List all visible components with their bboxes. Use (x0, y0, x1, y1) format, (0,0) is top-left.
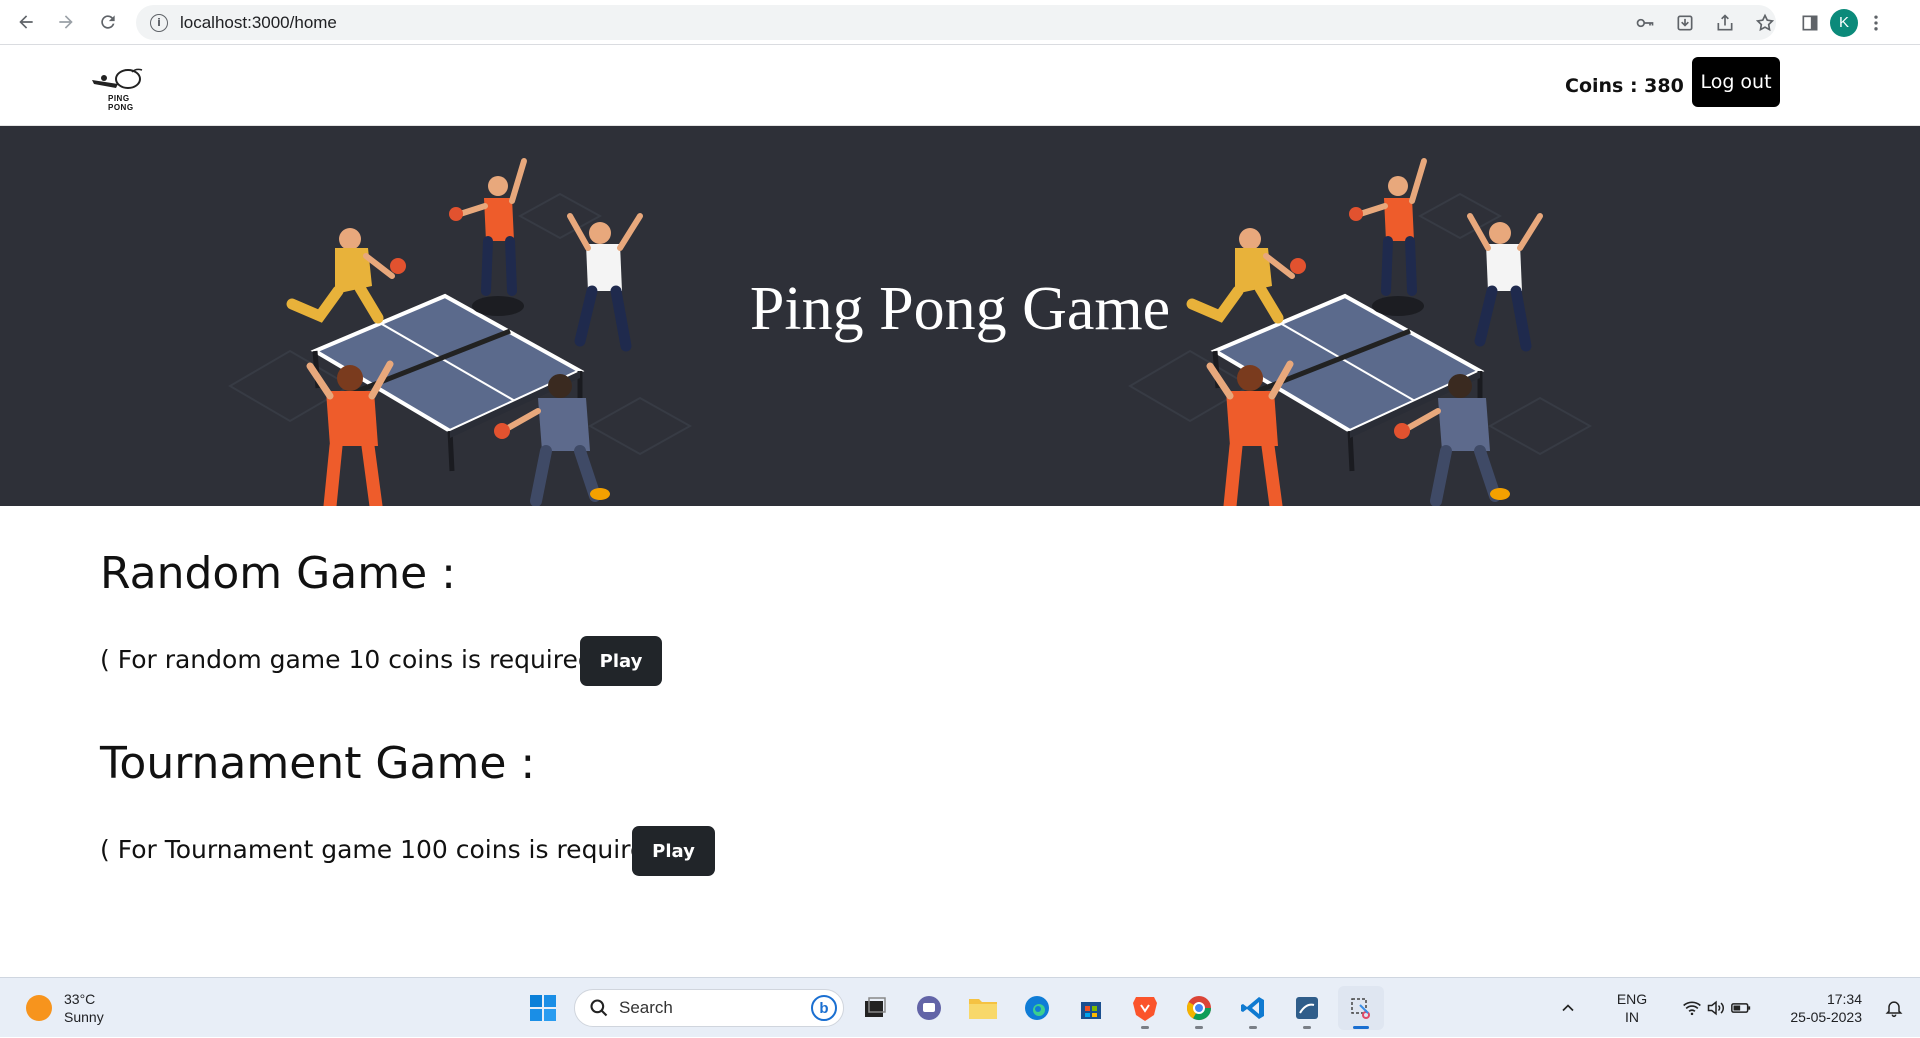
notification-bell-icon[interactable] (1874, 988, 1914, 1028)
chrome-right-actions: K (1790, 5, 1894, 40)
logout-button[interactable]: Log out (1692, 57, 1780, 107)
bing-icon: b (811, 995, 837, 1021)
clock-date: 25-05-2023 (1790, 1009, 1862, 1025)
brave-browser-icon[interactable] (1122, 986, 1168, 1030)
snipping-tool-icon[interactable] (1338, 986, 1384, 1030)
random-game-play-button[interactable]: Play (580, 636, 662, 686)
microsoft-store-icon[interactable] (1068, 986, 1114, 1030)
mysql-workbench-icon[interactable] (1284, 986, 1330, 1030)
language-code: ENG (1616, 991, 1648, 1007)
tournament-game-title: Tournament Game : (100, 738, 536, 789)
taskbar-search-label: Search (619, 998, 673, 1017)
browser-toolbar: i localhost:3000/home K (0, 0, 1920, 45)
reload-icon[interactable] (88, 2, 128, 42)
install-app-icon[interactable] (1665, 5, 1705, 40)
system-clock[interactable]: 17:34 25-05-2023 (1772, 990, 1862, 1026)
random-game-requirement: ( For random game 10 coins is required ) (100, 645, 612, 674)
region-code: IN (1625, 1009, 1639, 1025)
url-text: localhost:3000/home (180, 12, 337, 32)
search-icon (590, 999, 608, 1017)
chevron-up-icon[interactable] (1548, 988, 1588, 1028)
forward-icon[interactable] (46, 2, 86, 42)
logo-text: PING PONG (108, 94, 134, 112)
system-tray: ENG IN 17:34 25-05-2023 (1548, 978, 1920, 1038)
tournament-game-play-button[interactable]: Play (632, 826, 715, 876)
edge-browser-icon[interactable] (1014, 986, 1060, 1030)
ping-pong-logo[interactable]: PING PONG (88, 66, 152, 112)
vscode-icon[interactable] (1230, 986, 1276, 1030)
banner-title: Ping Pong Game (749, 275, 1171, 343)
tournament-game-requirement: ( For Tournament game 100 coins is requi… (100, 835, 679, 864)
language-indicator[interactable]: ENG IN (1602, 990, 1662, 1026)
teams-chat-icon[interactable] (906, 986, 952, 1030)
profile-avatar[interactable]: K (1830, 8, 1858, 37)
weather-condition: Sunny (64, 1009, 104, 1025)
file-explorer-icon[interactable] (960, 986, 1006, 1030)
random-game-title: Random Game : (100, 548, 456, 599)
windows-start-icon[interactable] (520, 986, 566, 1030)
kebab-menu-icon[interactable] (1858, 5, 1894, 40)
address-bar-actions (1625, 5, 1785, 40)
coins-balance: Coins : 380 (1565, 75, 1684, 97)
wifi-icon (1683, 1001, 1701, 1016)
chrome-browser-icon[interactable] (1176, 986, 1222, 1030)
taskbar-apps: Search b (520, 986, 1384, 1030)
site-info-icon[interactable]: i (150, 13, 168, 32)
sun-icon (26, 995, 52, 1021)
share-icon[interactable] (1705, 5, 1745, 40)
back-icon[interactable] (6, 2, 46, 42)
address-bar[interactable]: i localhost:3000/home (136, 5, 1776, 40)
app-navbar: PING PONG Coins : 380 Log out (0, 46, 1920, 126)
bookmark-star-icon[interactable] (1745, 5, 1785, 40)
clock-time: 17:34 (1826, 991, 1862, 1007)
taskbar-search[interactable]: Search b (574, 989, 844, 1027)
battery-icon (1731, 1003, 1751, 1013)
windows-taskbar: 33°C Sunny Search b ENG IN 17:34 25-05-2… (0, 977, 1920, 1037)
quick-settings[interactable] (1682, 998, 1752, 1018)
weather-temperature: 33°C (64, 991, 96, 1007)
password-key-icon[interactable] (1625, 5, 1665, 40)
hero-banner: Ping Pong Game (0, 126, 1920, 506)
weather-widget[interactable]: 33°C Sunny (26, 990, 104, 1026)
task-view-icon[interactable] (852, 986, 898, 1030)
volume-icon (1707, 1000, 1724, 1016)
side-panel-icon[interactable] (1790, 5, 1830, 40)
